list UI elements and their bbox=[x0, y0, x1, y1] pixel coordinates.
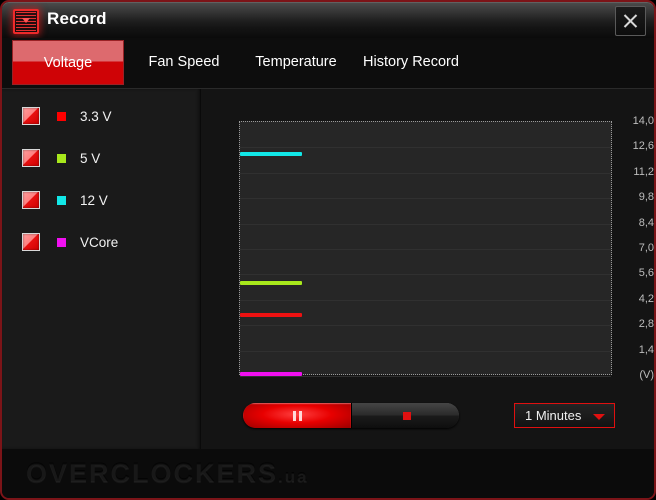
tab-bar: Voltage Fan Speed Temperature History Recor… bbox=[2, 38, 654, 89]
tab-history-record[interactable]: History Record bbox=[349, 40, 473, 85]
gridline bbox=[240, 198, 611, 199]
gridline bbox=[240, 351, 611, 352]
tab-temperature[interactable]: Temperature bbox=[240, 40, 352, 85]
tab-label: Voltage bbox=[43, 55, 93, 71]
y-axis-tick-label: 12,6 bbox=[632, 140, 654, 153]
series-color-swatch bbox=[57, 153, 66, 163]
pause-button[interactable] bbox=[243, 403, 351, 428]
voltage-chart: 14,0 12,6 11,2 9,8 8,4 7,0 5,6 4,2 2,8 1,4 (V) bbox=[200, 89, 654, 449]
legend-item-label: VCore bbox=[80, 234, 119, 250]
chevron-down-icon bbox=[593, 414, 605, 420]
checkbox-checked-icon[interactable] bbox=[22, 191, 40, 209]
tab-label: History Record bbox=[363, 54, 459, 70]
record-document-icon bbox=[13, 9, 39, 34]
content-panel: 3.3 V 5 V 12 V VCore 14,0 12,6 11,2 9,8 8,4 7,0 5… bbox=[2, 89, 654, 498]
y-axis-tick-label: 5,6 bbox=[638, 267, 654, 280]
tab-label: Temperature bbox=[255, 54, 337, 70]
chart-plot-area bbox=[239, 121, 612, 377]
series-line-vcore bbox=[240, 372, 302, 376]
record-window: Record Voltage Fan Speed Temperature Histor… bbox=[0, 0, 656, 500]
y-axis-tick-label: 2,8 bbox=[638, 318, 654, 331]
pause-icon-2 bbox=[299, 411, 302, 421]
legend-item-3-3-v[interactable]: 3.3 V bbox=[22, 105, 112, 127]
series-line-5-v bbox=[240, 281, 302, 285]
gridline bbox=[240, 376, 611, 377]
transport-control bbox=[243, 403, 459, 428]
y-axis-tick-label: 7,0 bbox=[638, 242, 654, 254]
legend-item-vcore[interactable]: VCore bbox=[22, 231, 118, 253]
page-title: Record bbox=[47, 9, 107, 28]
series-color-swatch bbox=[57, 195, 66, 205]
footer-strip bbox=[2, 449, 654, 498]
y-axis-tick-label: 11,2 bbox=[633, 165, 654, 178]
legend-item-label: 3.3 V bbox=[80, 108, 112, 124]
stop-button[interactable] bbox=[350, 403, 459, 428]
checkbox-checked-icon[interactable] bbox=[22, 107, 40, 125]
tab-label: Fan Speed bbox=[148, 54, 220, 70]
legend-sidebar: 3.3 V 5 V 12 V VCore bbox=[2, 89, 201, 449]
y-axis-tick-label: 4,2 bbox=[638, 292, 654, 305]
interval-select[interactable]: 1 Minutes bbox=[514, 403, 615, 428]
series-line-3-3-v bbox=[240, 313, 302, 317]
y-axis-tick-label: (V) bbox=[639, 369, 654, 381]
legend-item-12-v[interactable]: 12 V bbox=[22, 189, 108, 211]
checkbox-checked-icon[interactable] bbox=[22, 149, 40, 167]
legend-item-5-v[interactable]: 5 V bbox=[22, 147, 100, 169]
y-axis-tick-label: 1,4 bbox=[638, 343, 654, 356]
close-button[interactable] bbox=[615, 6, 646, 36]
gridline bbox=[240, 224, 611, 225]
y-axis-tick-label: 8,4 bbox=[638, 216, 654, 229]
gridline bbox=[240, 325, 611, 326]
gridline bbox=[240, 147, 611, 148]
stop-icon bbox=[402, 412, 411, 420]
title-bar: Record bbox=[2, 2, 654, 38]
tab-fan-speed[interactable]: Fan Speed bbox=[134, 40, 234, 85]
pause-icon bbox=[293, 411, 296, 421]
interval-select-value: 1 Minutes bbox=[525, 408, 582, 423]
gridline bbox=[240, 274, 611, 275]
tab-voltage[interactable]: Voltage bbox=[12, 40, 124, 85]
legend-item-label: 5 V bbox=[80, 150, 101, 166]
series-line-12-v bbox=[240, 152, 302, 156]
legend-item-label: 12 V bbox=[80, 192, 108, 208]
y-axis-tick-label: 9,8 bbox=[638, 191, 654, 204]
gridline bbox=[240, 300, 611, 301]
gridline bbox=[240, 249, 611, 250]
icon-arrow bbox=[22, 18, 30, 23]
checkbox-checked-icon[interactable] bbox=[22, 233, 40, 251]
gridline bbox=[240, 173, 611, 174]
series-color-swatch bbox=[57, 237, 66, 247]
series-color-swatch bbox=[57, 111, 66, 121]
y-axis-tick-label: 14,0 bbox=[632, 115, 654, 127]
